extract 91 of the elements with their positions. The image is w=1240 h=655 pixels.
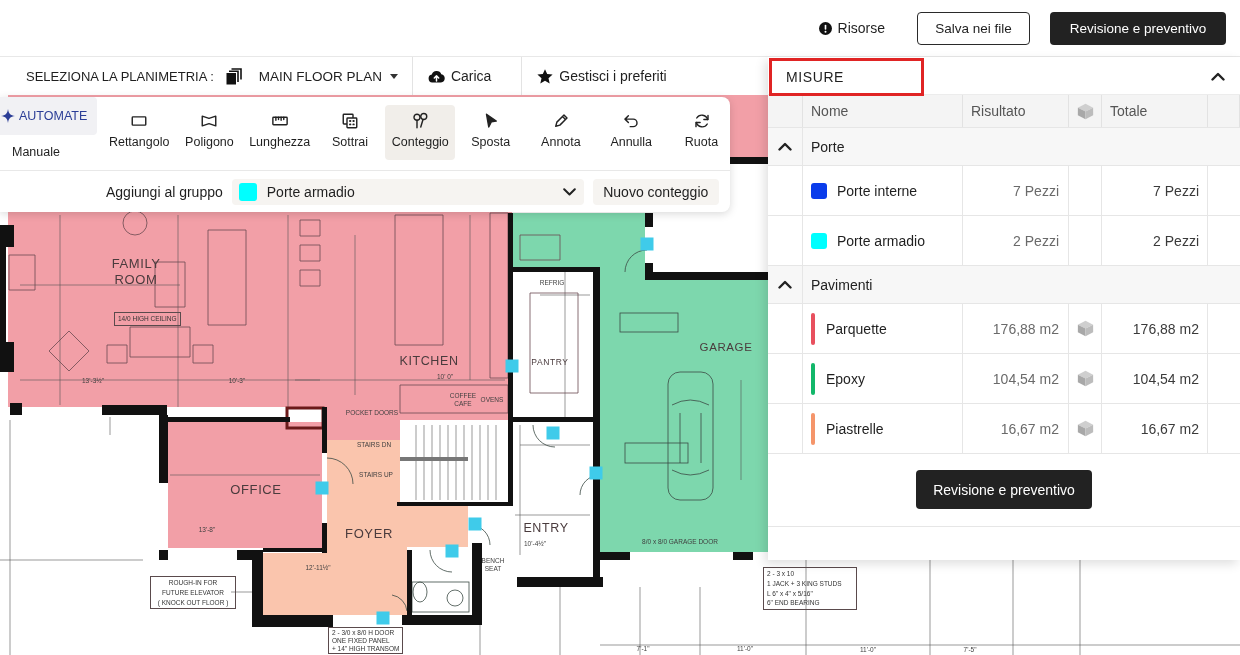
count-marker-icon[interactable] [468, 517, 482, 531]
review-quote-button[interactable]: Revisione e preventivo [1050, 11, 1226, 45]
automate-button[interactable]: AUTOMATE [0, 97, 97, 135]
floor-area[interactable] [513, 213, 768, 552]
tool-button[interactable]: Poligono [174, 105, 245, 160]
caret-down-icon [389, 73, 398, 79]
tool-button[interactable]: Conteggio [385, 105, 456, 160]
tool-button[interactable]: Lunghezza [244, 105, 315, 160]
door-swing [429, 549, 453, 573]
save-button[interactable]: Salva nei file [917, 11, 1030, 45]
info-icon [818, 21, 832, 35]
count-marker-icon[interactable] [546, 426, 560, 440]
room-label: KITCHEN [399, 353, 459, 369]
room-label: PANTRY [531, 356, 569, 368]
chevron-up-icon[interactable] [778, 142, 792, 151]
new-count-button[interactable]: Nuovo conteggio [592, 178, 719, 205]
count-marker-icon[interactable] [505, 359, 519, 373]
rotate-icon [692, 112, 711, 130]
count-marker-icon[interactable] [315, 481, 329, 495]
table-cell: 16,67 m2 [963, 404, 1069, 453]
tool-button[interactable]: Rettangolo [104, 105, 175, 160]
item-name: Piastrelle [826, 420, 884, 437]
table-cell: 2 Pezzi [963, 216, 1069, 265]
room-label: FOYER [345, 526, 393, 542]
table-cell: 2 Pezzi [1102, 216, 1208, 265]
overlapping-squares-icon [341, 112, 360, 130]
table-row[interactable]: Porte interne 7 Pezzi 7 Pezzi [768, 166, 1240, 216]
table-row[interactable]: Epoxy 104,54 m2 104,54 m2 [768, 354, 1240, 404]
table-cell: 104,54 m2 [1102, 354, 1208, 403]
review-quote-button[interactable]: Revisione e preventivo [916, 470, 1092, 509]
section-title: MISURE [769, 58, 924, 96]
table-cell: 7 Pezzi [1102, 166, 1208, 215]
count-marker-icon[interactable] [640, 237, 654, 251]
item-name: Epoxy [826, 370, 865, 387]
table-cell: 16,67 m2 [1102, 404, 1208, 453]
item-name: Porte armadio [837, 232, 925, 249]
chevron-up-icon[interactable] [1211, 72, 1225, 81]
column-header: Nome [803, 95, 963, 127]
count-marker-icon[interactable] [376, 611, 390, 625]
tool-button[interactable]: Ruota [666, 105, 737, 160]
tool-button[interactable]: Sottrai [314, 105, 386, 160]
group-row[interactable]: Porte [768, 128, 1240, 166]
tool-button[interactable]: Annulla [596, 105, 667, 160]
note-frame [619, 312, 679, 333]
room-label: OFFICE [230, 482, 282, 498]
tool-button[interactable]: Annota [525, 105, 597, 160]
plan-select[interactable]: MAIN FLOOR PLAN [225, 57, 398, 95]
resources-link[interactable]: Risorse [818, 20, 885, 36]
stacked-pages-icon [225, 67, 242, 85]
cloud-upload-icon [427, 69, 445, 83]
table-cell: 176,88 m2 [1102, 304, 1208, 353]
table-cell: 104,54 m2 [963, 354, 1069, 403]
cube-icon [1076, 102, 1094, 120]
room-label: GARAGE [699, 341, 753, 355]
door-swing [326, 457, 354, 485]
group-name: Porte [811, 138, 845, 155]
undo-icon [622, 112, 641, 130]
tool-button[interactable]: Sposta [455, 105, 526, 160]
pins-icon [411, 112, 430, 130]
door-swing [532, 424, 556, 448]
group-label: Aggiungi al gruppo [106, 183, 223, 200]
sparkle-icon [1, 109, 15, 123]
cube-icon [1076, 420, 1094, 437]
count-marker-icon[interactable] [445, 544, 459, 558]
plan-select-label: SELEZIONA LA PLANIMETRIA : [26, 68, 214, 84]
item-name: Parquette [826, 320, 887, 337]
cube-icon [1076, 370, 1094, 387]
note-frame [624, 442, 689, 464]
room-label: FAMILY ROOM [111, 256, 161, 288]
group-name: Pavimenti [811, 276, 873, 293]
table-cell: 176,88 m2 [963, 304, 1069, 353]
column-header: Risultato [963, 95, 1069, 127]
mode-label: Manuale [12, 145, 60, 159]
group-row[interactable]: Pavimenti [768, 266, 1240, 304]
closet-outline [285, 406, 325, 430]
favorites-button[interactable]: Gestisci i preferiti [522, 57, 683, 95]
column-header: Totale [1102, 95, 1208, 127]
room-label: ENTRY [523, 520, 569, 536]
chevron-up-icon[interactable] [778, 280, 792, 289]
table-cell: 7 Pezzi [963, 166, 1069, 215]
chevron-down-icon [562, 187, 576, 196]
upload-button[interactable]: Carica [412, 57, 508, 95]
item-name: Porte interne [837, 182, 918, 199]
star-icon [537, 68, 554, 84]
group-select[interactable]: Porte armadio [231, 178, 584, 205]
polygon-icon [200, 112, 219, 130]
cube-icon [1076, 320, 1094, 337]
table-row[interactable]: Piastrelle 16,67 m2 16,67 m2 [768, 404, 1240, 454]
table-row[interactable]: Parquette 176,88 m2 176,88 m2 [768, 304, 1240, 354]
bathroom-fixture-drawing [411, 581, 470, 613]
door-swing [391, 594, 408, 612]
